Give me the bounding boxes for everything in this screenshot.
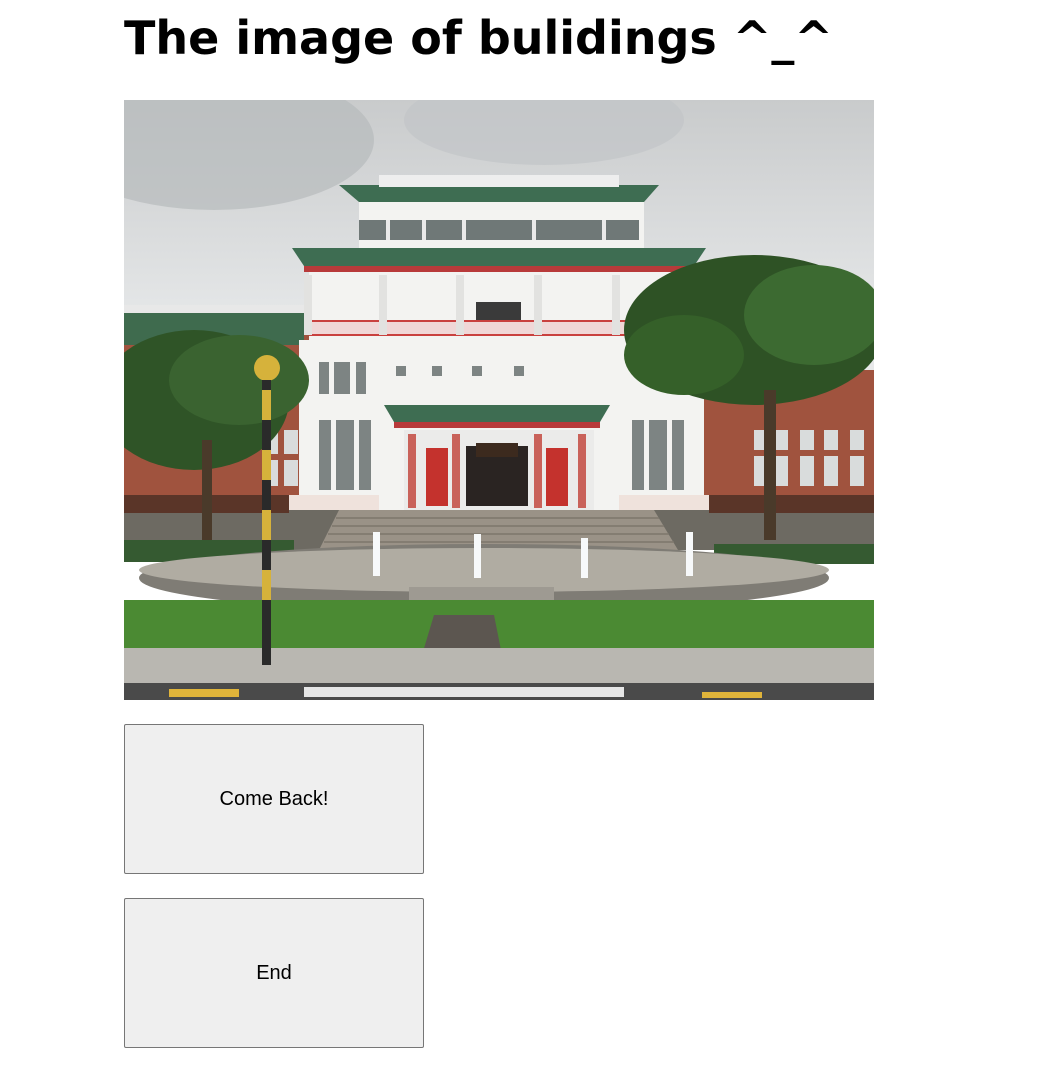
building-photo bbox=[124, 100, 874, 700]
page: The image of bulidings ^_^ Come Back! En… bbox=[0, 0, 1050, 1067]
page-title: The image of bulidings ^_^ bbox=[124, 11, 833, 65]
come-back-button[interactable]: Come Back! bbox=[124, 724, 424, 874]
end-button[interactable]: End bbox=[124, 898, 424, 1048]
